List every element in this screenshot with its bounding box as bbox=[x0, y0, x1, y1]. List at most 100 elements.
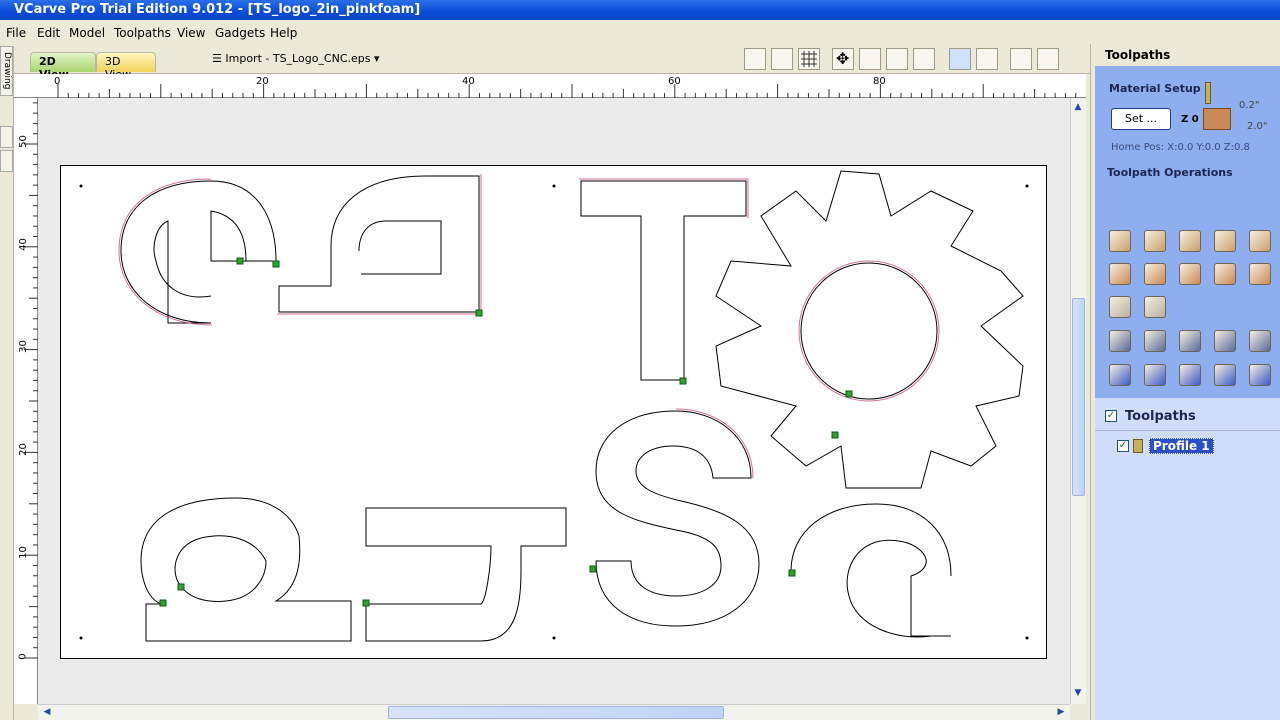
toolpath-item-profile-1[interactable]: Profile 1 bbox=[1149, 438, 1214, 454]
left-ruler-label-10: 10 bbox=[17, 546, 29, 559]
grid-glyph-icon bbox=[801, 51, 817, 67]
clearance-value: 0.2" bbox=[1239, 100, 1260, 111]
moulding-icon[interactable] bbox=[1249, 263, 1271, 285]
material-sheet bbox=[60, 165, 1047, 659]
zoom-selection-icon[interactable] bbox=[913, 48, 935, 70]
top-ruler-label-60: 60 bbox=[668, 76, 681, 87]
menu-gadgets[interactable]: Gadgets bbox=[215, 26, 265, 40]
window-title: VCarve Pro Trial Edition 9.012 - [TS_log… bbox=[14, 2, 421, 17]
toolpaths-panel: Toolpaths Material Setup Set ... Z 0 0.2… bbox=[1090, 44, 1280, 720]
panel-header: Toolpaths bbox=[1105, 48, 1171, 62]
tab-2d-view[interactable]: 2D View bbox=[30, 52, 96, 81]
thickness-value: 2.0" bbox=[1247, 121, 1268, 132]
home-position: Home Pos: X:0.0 Y:0.0 Z:0.8 bbox=[1111, 142, 1250, 153]
menu-file[interactable]: File bbox=[6, 26, 26, 40]
save-toolpath-icon[interactable] bbox=[1144, 364, 1166, 386]
delete-toolpath-icon[interactable] bbox=[1214, 330, 1236, 352]
3d-roughing-icon[interactable] bbox=[1109, 296, 1131, 318]
tool-bit-icon bbox=[1133, 439, 1143, 453]
tool-database-icon[interactable] bbox=[1109, 330, 1131, 352]
vector-letter-t bbox=[580, 180, 747, 381]
merge-toolpath-icon[interactable] bbox=[1109, 364, 1131, 386]
drawing-tab[interactable]: Drawing bbox=[0, 46, 13, 96]
vector-letter-d bbox=[140, 497, 352, 642]
left-ruler-label-50: 50 bbox=[17, 135, 29, 148]
left-ruler-label-0: 0 bbox=[17, 653, 29, 660]
toolpaths-list-area: ✓ Toolpaths ✓ Profile 1 bbox=[1095, 398, 1280, 720]
tool-icon[interactable] bbox=[976, 48, 998, 70]
z-zero-label: Z 0 bbox=[1181, 114, 1199, 125]
vertical-scrollbar[interactable]: ▲ ▼ bbox=[1070, 98, 1086, 704]
profile-1-checkbox[interactable]: ✓ bbox=[1117, 440, 1129, 452]
layers-icon: ☰ bbox=[212, 52, 222, 65]
vector-letter-e bbox=[120, 180, 277, 324]
side-tab-3[interactable] bbox=[0, 150, 13, 172]
prism-icon[interactable] bbox=[1214, 263, 1236, 285]
template-icon[interactable] bbox=[1179, 330, 1201, 352]
left-ruler-label-30: 30 bbox=[17, 340, 29, 353]
left-ruler-ticks bbox=[24, 102, 38, 659]
toolpath-preview-icon[interactable] bbox=[949, 48, 971, 70]
chamfer-icon[interactable] bbox=[1109, 263, 1131, 285]
vector-gear bbox=[715, 170, 1024, 489]
grid-icon[interactable] bbox=[798, 48, 820, 70]
left-ruler-label-40: 40 bbox=[17, 238, 29, 251]
scroll-left-icon[interactable]: ◀ bbox=[40, 705, 54, 719]
side-tab-2[interactable] bbox=[0, 126, 13, 148]
inlay-icon[interactable] bbox=[1249, 230, 1271, 252]
vector-letter-s bbox=[595, 410, 760, 627]
layout-left-icon[interactable] bbox=[1010, 48, 1032, 70]
menu-toolpaths[interactable]: Toolpaths bbox=[114, 26, 171, 40]
drilling-icon[interactable] bbox=[1179, 230, 1201, 252]
scroll-right-icon[interactable]: ▶ bbox=[1054, 705, 1068, 719]
toolpath-summary-icon[interactable] bbox=[1249, 364, 1271, 386]
vector-gear-hole bbox=[800, 262, 938, 400]
edit-toolpath-icon[interactable] bbox=[1144, 330, 1166, 352]
zoom-box-icon[interactable] bbox=[859, 48, 881, 70]
material-block-icon bbox=[1203, 108, 1231, 130]
menu-model[interactable]: Model bbox=[69, 26, 105, 40]
menu-bar: File Edit Model Toolpaths View Gadgets H… bbox=[0, 22, 1090, 44]
top-ruler-label-40: 40 bbox=[462, 76, 475, 87]
corner-markers bbox=[79, 184, 1029, 640]
reset-preview-icon[interactable] bbox=[1214, 364, 1236, 386]
zoom-extents-icon[interactable] bbox=[744, 48, 766, 70]
left-ruler-label-20: 20 bbox=[17, 443, 29, 456]
view-tab-bar: 2D View 3D View ☰ Import - TS_Logo_CNC.e… bbox=[14, 46, 1090, 81]
pocket-icon[interactable] bbox=[1144, 230, 1166, 252]
fluting-icon[interactable] bbox=[1144, 263, 1166, 285]
material-set-button[interactable]: Set ... bbox=[1111, 108, 1171, 130]
import-layer-label: Import - TS_Logo_CNC.eps bbox=[225, 52, 371, 65]
menu-view[interactable]: View bbox=[177, 26, 205, 40]
top-ruler-ticks bbox=[57, 84, 1077, 98]
menu-edit[interactable]: Edit bbox=[37, 26, 60, 40]
calculator-icon[interactable] bbox=[1249, 330, 1271, 352]
vector-letter-e-bottom bbox=[790, 503, 952, 638]
vertical-scroll-thumb[interactable] bbox=[1072, 298, 1085, 496]
snap-icon[interactable] bbox=[771, 48, 793, 70]
texture-icon[interactable] bbox=[1179, 263, 1201, 285]
horizontal-scroll-thumb[interactable] bbox=[388, 706, 724, 719]
tool-bit-icon bbox=[1205, 82, 1211, 104]
vcarve-text-icon[interactable] bbox=[1214, 230, 1236, 252]
left-side-tabs: Drawing bbox=[0, 46, 14, 720]
profile-icon[interactable] bbox=[1109, 230, 1131, 252]
tab-3d-view[interactable]: 3D View bbox=[96, 52, 156, 81]
vector-letter-h bbox=[278, 175, 480, 313]
menu-help[interactable]: Help bbox=[270, 26, 297, 40]
layout-right-icon[interactable] bbox=[1037, 48, 1059, 70]
vector-letter-h-bottom bbox=[365, 507, 567, 642]
top-ruler-label-20: 20 bbox=[256, 76, 269, 87]
scroll-up-icon[interactable]: ▲ bbox=[1071, 100, 1085, 114]
3d-finishing-icon[interactable] bbox=[1144, 296, 1166, 318]
preview-toolpath-icon[interactable] bbox=[1179, 364, 1201, 386]
scroll-down-icon[interactable]: ▼ bbox=[1071, 686, 1085, 700]
import-layer-selector[interactable]: ☰ Import - TS_Logo_CNC.eps ▾ bbox=[212, 52, 380, 65]
zoom-out-icon[interactable] bbox=[886, 48, 908, 70]
pan-icon[interactable]: ✥ bbox=[832, 48, 854, 70]
chevron-down-icon: ▾ bbox=[374, 52, 380, 65]
horizontal-scrollbar[interactable]: ◀ ▶ bbox=[38, 704, 1070, 720]
drawing-canvas[interactable] bbox=[38, 98, 1070, 704]
vector-drawing bbox=[79, 170, 1029, 642]
toolpaths-visible-checkbox[interactable]: ✓ bbox=[1105, 410, 1117, 422]
